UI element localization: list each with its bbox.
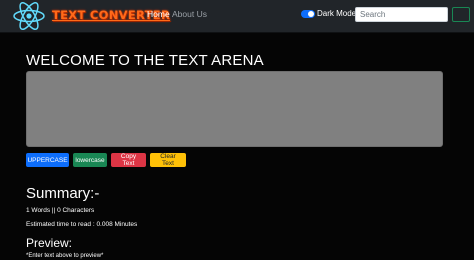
page-heading: WELCOME TO THE TEXT ARENA bbox=[26, 52, 264, 69]
react-logo-icon[interactable] bbox=[12, 1, 46, 31]
summary-title: Summary:- bbox=[26, 185, 100, 202]
nav-link-home[interactable]: Home bbox=[147, 9, 170, 19]
preview-title: Preview: bbox=[26, 236, 73, 250]
word-char-count: 1 Words || 0 Characters bbox=[26, 207, 95, 214]
nav-link-about[interactable]: About Us bbox=[172, 9, 207, 19]
text-input-area[interactable] bbox=[26, 71, 443, 147]
read-time: Estimated time to read : 0.008 Minutes bbox=[26, 221, 138, 228]
dark-mode-label: Dark Mode bbox=[317, 9, 357, 18]
lowercase-button[interactable]: lowercase bbox=[73, 153, 107, 167]
search-input[interactable] bbox=[355, 7, 448, 22]
dark-mode-toggle[interactable] bbox=[301, 10, 315, 18]
clear-text-button[interactable]: Clear Text bbox=[150, 153, 186, 167]
preview-text: *Enter text above to preview* bbox=[26, 253, 104, 259]
toggle-knob bbox=[308, 11, 314, 17]
search-button[interactable] bbox=[452, 7, 470, 22]
copy-text-button[interactable]: Copy Text bbox=[111, 153, 146, 167]
uppercase-button[interactable]: UPPERCASE bbox=[26, 153, 69, 167]
navbar: TEXT CONVERTER Home About Us Dark Mode bbox=[0, 0, 474, 33]
